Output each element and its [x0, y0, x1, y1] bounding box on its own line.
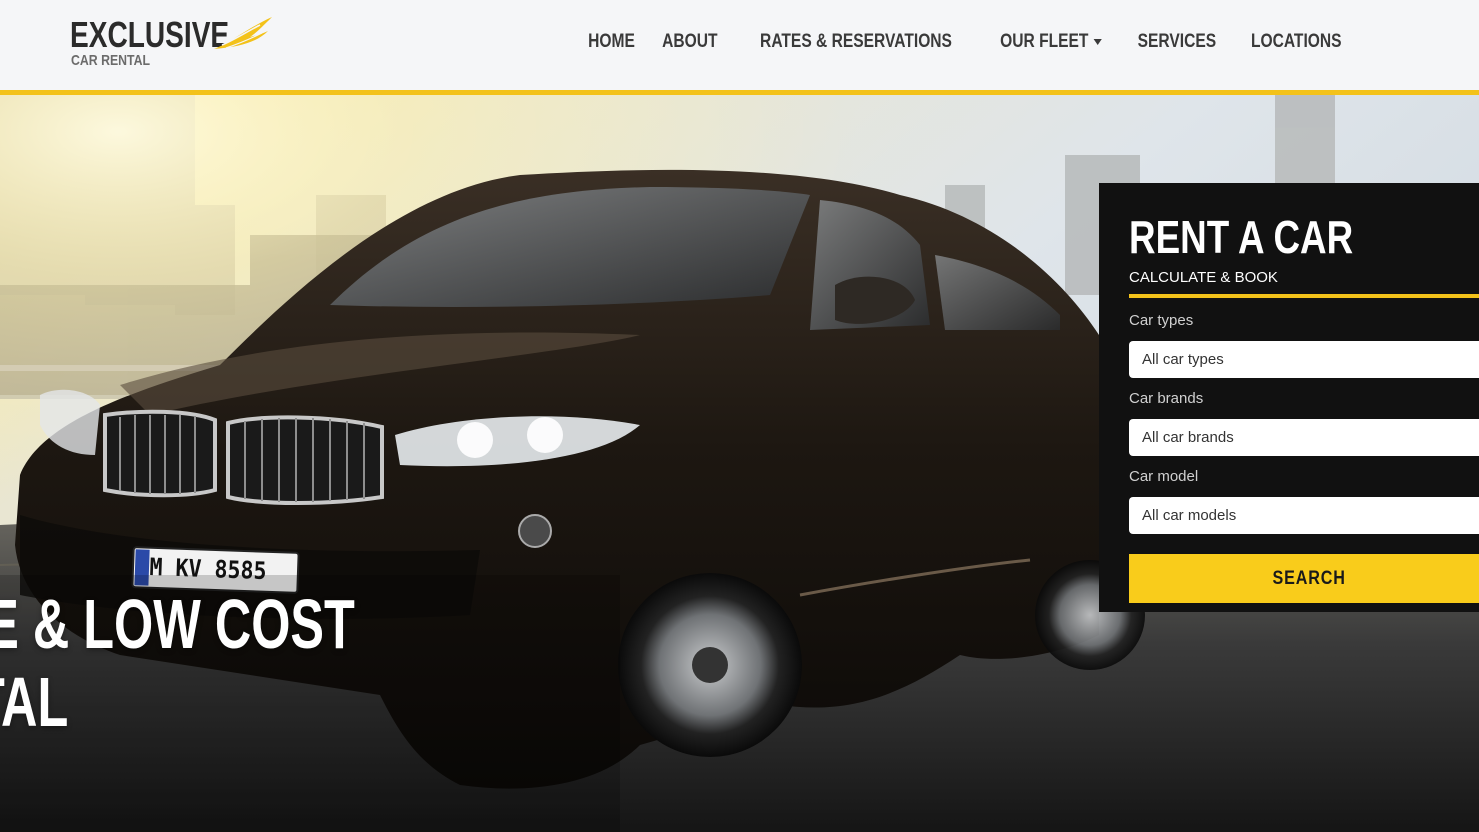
car-brands-label: Car brands	[1129, 390, 1204, 407]
car-model-value: All car models	[1142, 507, 1237, 524]
nav-locations[interactable]: LOCATIONS	[1244, 30, 1348, 54]
main-nav: HOME ABOUT RATES & RESERVATIONS OUR FLEE…	[575, 30, 1359, 54]
car-model-label: Car model	[1129, 468, 1199, 485]
wing-icon	[214, 17, 272, 49]
nav-home-label: HOME	[587, 31, 635, 52]
chevron-down-icon	[1093, 39, 1102, 45]
search-button[interactable]: SEARCH	[1129, 554, 1479, 603]
nav-services-label: SERVICES	[1137, 31, 1216, 52]
license-plate-text: M KV 8585	[149, 553, 267, 586]
car-model-select[interactable]: All car models	[1129, 497, 1479, 534]
car-types-select[interactable]: All car types	[1129, 341, 1479, 378]
brand-tagline: CAR RENTAL	[71, 52, 151, 69]
nav-locations-label: LOCATIONS	[1250, 31, 1342, 52]
brand-name: EXCLUSIVE	[70, 14, 230, 55]
car-types-label: Car types	[1129, 312, 1194, 329]
booking-divider	[1129, 294, 1479, 298]
nav-services[interactable]: SERVICES	[1131, 30, 1223, 54]
nav-rates-label: RATES & RESERVATIONS	[760, 31, 953, 52]
hero-headline-line1: SIVE & LOW COST	[0, 585, 355, 663]
booking-subtitle: CALCULATE & BOOK	[1129, 269, 1278, 286]
nav-rates-reservations[interactable]: RATES & RESERVATIONS	[754, 30, 959, 54]
nav-about-label: ABOUT	[661, 31, 717, 52]
car-brands-value: All car brands	[1142, 429, 1234, 446]
search-button-label: SEARCH	[1272, 567, 1346, 589]
hero-headline-line2: ENTAL	[0, 663, 69, 741]
booking-title: RENT A CAR	[1129, 211, 1354, 263]
car-brands-select[interactable]: All car brands	[1129, 419, 1479, 456]
car-types-value: All car types	[1142, 351, 1224, 368]
car-grille	[103, 409, 384, 505]
site-header: EXCLUSIVE CAR RENTAL HOME ABOUT RATES & …	[0, 0, 1479, 95]
nav-our-fleet-dropdown[interactable]: OUR FLEET	[994, 30, 1109, 54]
nav-fleet-label: OUR FLEET	[1000, 31, 1089, 52]
brand-logo[interactable]: EXCLUSIVE CAR RENTAL	[70, 14, 280, 74]
booking-panel: RENT A CAR CALCULATE & BOOK Car types Al…	[1099, 183, 1479, 612]
hero-headline: SIVE & LOW COST ENTAL	[0, 585, 355, 741]
nav-home[interactable]: HOME	[581, 30, 641, 54]
nav-about[interactable]: ABOUT	[655, 30, 724, 54]
